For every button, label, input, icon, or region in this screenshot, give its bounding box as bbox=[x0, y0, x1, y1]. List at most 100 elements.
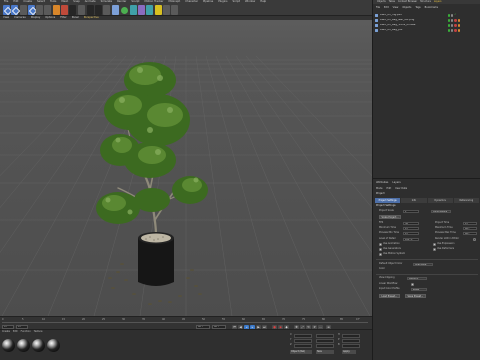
coordinate-system-icon[interactable] bbox=[78, 5, 85, 15]
scale-project-button[interactable]: Scale Project... bbox=[379, 215, 401, 219]
rotate-tool-icon[interactable] bbox=[44, 5, 51, 15]
input-color-profile-dropdown[interactable]: sRGB bbox=[411, 287, 427, 292]
visibility-dot-icon[interactable] bbox=[447, 14, 450, 17]
menu-render[interactable]: Render bbox=[117, 0, 126, 4]
move-tool-icon[interactable] bbox=[28, 5, 35, 15]
apply-button[interactable]: Apply bbox=[342, 350, 356, 354]
material-preview-2[interactable] bbox=[17, 339, 30, 352]
y-axis-lock-icon[interactable] bbox=[61, 5, 68, 15]
size-mode-dropdown[interactable]: Size bbox=[316, 350, 334, 354]
fps-field[interactable]: 30 bbox=[403, 221, 419, 226]
viewport-menu-cameras[interactable]: Cameras bbox=[14, 16, 26, 20]
material-tag-icon[interactable] bbox=[454, 19, 457, 22]
texture-tag-icon[interactable] bbox=[457, 29, 461, 32]
menu-window[interactable]: Window bbox=[245, 0, 255, 4]
obj-menu-file[interactable]: File bbox=[376, 6, 380, 9]
obj-menu-edit[interactable]: Edit bbox=[384, 6, 389, 9]
tab-objects[interactable]: Objects bbox=[377, 0, 386, 3]
tab-structure[interactable]: Structure bbox=[420, 0, 431, 3]
texture-tag-icon[interactable] bbox=[457, 24, 461, 27]
3d-viewport[interactable]: View Cameras Display Options Filter Pane… bbox=[0, 16, 372, 316]
material-preview-1[interactable] bbox=[2, 339, 15, 352]
visibility-dot-icon[interactable] bbox=[447, 24, 450, 27]
render-dot-icon[interactable] bbox=[450, 29, 454, 32]
size-z-field[interactable] bbox=[316, 344, 334, 348]
viewport-menu-display[interactable]: Display bbox=[31, 16, 41, 20]
deformer-icon[interactable] bbox=[146, 5, 153, 15]
x-axis-lock-icon[interactable] bbox=[53, 5, 60, 15]
render-picture-viewer-icon[interactable] bbox=[95, 5, 102, 15]
subdivision-icon[interactable] bbox=[130, 5, 137, 15]
object-row[interactable]: plant_01_bag_pot bbox=[375, 28, 479, 33]
viewport-menu-options[interactable]: Options bbox=[45, 16, 55, 20]
view-clipping-dropdown[interactable]: Medium bbox=[407, 276, 427, 281]
menu-animate[interactable]: Animate bbox=[85, 0, 96, 4]
live-selection-icon[interactable] bbox=[20, 5, 27, 15]
render-dot-icon[interactable] bbox=[450, 19, 454, 22]
menu-snap[interactable]: Snap bbox=[73, 0, 80, 4]
render-dot-icon[interactable] bbox=[450, 14, 454, 17]
render-dot-icon[interactable] bbox=[450, 24, 454, 27]
tab-content-browser[interactable]: Content Browser bbox=[398, 0, 417, 3]
obj-menu-tags[interactable]: Tags bbox=[415, 6, 420, 9]
preview-min-field[interactable]: 0 F bbox=[403, 231, 419, 236]
obj-menu-view[interactable]: View bbox=[393, 6, 399, 9]
menu-create[interactable]: Create bbox=[23, 0, 32, 4]
z-axis-lock-icon[interactable] bbox=[69, 5, 76, 15]
material-preview-3[interactable] bbox=[32, 339, 45, 352]
pen-icon[interactable] bbox=[121, 6, 128, 14]
menu-pipeline[interactable]: Pipeline bbox=[203, 0, 213, 4]
visibility-dot-icon[interactable] bbox=[447, 19, 450, 22]
rotation-p-field[interactable] bbox=[342, 339, 360, 343]
rotation-h-field[interactable] bbox=[342, 334, 360, 338]
attr-menu-mode[interactable]: Mode bbox=[376, 187, 383, 190]
position-z-field[interactable] bbox=[294, 344, 312, 348]
preview-max-field[interactable]: 90 F bbox=[463, 231, 477, 236]
size-x-field[interactable] bbox=[316, 334, 334, 338]
attr-menu-user-data[interactable]: User Data bbox=[395, 187, 407, 190]
linear-workflow-checkbox[interactable] bbox=[411, 283, 414, 286]
viewport-menu-filter[interactable]: Filter bbox=[60, 16, 66, 20]
project-scale-unit-dropdown[interactable]: Centimeters bbox=[431, 209, 451, 214]
tab-attributes[interactable]: Attributes bbox=[376, 182, 388, 185]
menu-help[interactable]: Help bbox=[260, 0, 266, 4]
size-y-field[interactable] bbox=[316, 339, 334, 343]
current-frame-field[interactable]: 0 F bbox=[16, 324, 28, 329]
attr-menu-edit[interactable]: Edit bbox=[387, 187, 392, 190]
array-icon[interactable] bbox=[138, 5, 145, 15]
menu-plugins[interactable]: Plugins bbox=[218, 0, 227, 4]
texture-tag-icon[interactable] bbox=[457, 19, 461, 22]
visibility-dot-icon[interactable] bbox=[447, 29, 450, 32]
menu-sculpt[interactable]: Sculpt bbox=[131, 0, 139, 4]
redo-icon[interactable] bbox=[11, 5, 18, 15]
cube-icon[interactable] bbox=[112, 5, 119, 15]
light-icon[interactable] bbox=[171, 5, 178, 15]
subtab-info[interactable]: Info bbox=[401, 198, 427, 203]
preview-end-frame-field[interactable]: 90 F bbox=[212, 324, 226, 329]
start-frame-field[interactable]: 0 F bbox=[2, 324, 14, 329]
floor-icon[interactable] bbox=[155, 5, 162, 15]
undo-icon[interactable] bbox=[3, 5, 10, 15]
scale-tool-icon[interactable] bbox=[36, 5, 43, 15]
project-time-field[interactable]: 0 F bbox=[463, 221, 477, 226]
coordinate-mode-dropdown[interactable]: Object (Rel) bbox=[290, 350, 312, 354]
load-preset-button[interactable]: Load Preset... bbox=[379, 294, 400, 298]
max-time-field[interactable]: 90 F bbox=[463, 226, 477, 231]
enabled-check-icon[interactable]: ✓ bbox=[454, 14, 456, 17]
viewport-menu-panel[interactable]: Panel bbox=[72, 16, 79, 20]
render-settings-icon[interactable] bbox=[103, 5, 110, 15]
viewport-menu-view[interactable]: View bbox=[3, 16, 9, 20]
material-preview-4[interactable] bbox=[47, 339, 60, 352]
menu-select[interactable]: Select bbox=[37, 0, 45, 4]
subtab-project-settings[interactable]: Project Settings bbox=[375, 198, 401, 203]
render-lod-checkbox[interactable] bbox=[473, 238, 476, 241]
tab-layers[interactable]: Layers bbox=[434, 0, 442, 3]
material-menu-create[interactable]: Create bbox=[2, 330, 10, 333]
render-view-icon[interactable] bbox=[87, 5, 94, 15]
lod-field[interactable]: 100 % bbox=[403, 237, 419, 242]
menu-mesh[interactable]: Mesh bbox=[61, 0, 68, 4]
menu-simulate[interactable]: Simulate bbox=[101, 0, 112, 4]
tab-takes[interactable]: Takes bbox=[389, 0, 395, 3]
camera-icon[interactable] bbox=[163, 5, 170, 15]
menu-edit[interactable]: Edit bbox=[13, 0, 18, 4]
